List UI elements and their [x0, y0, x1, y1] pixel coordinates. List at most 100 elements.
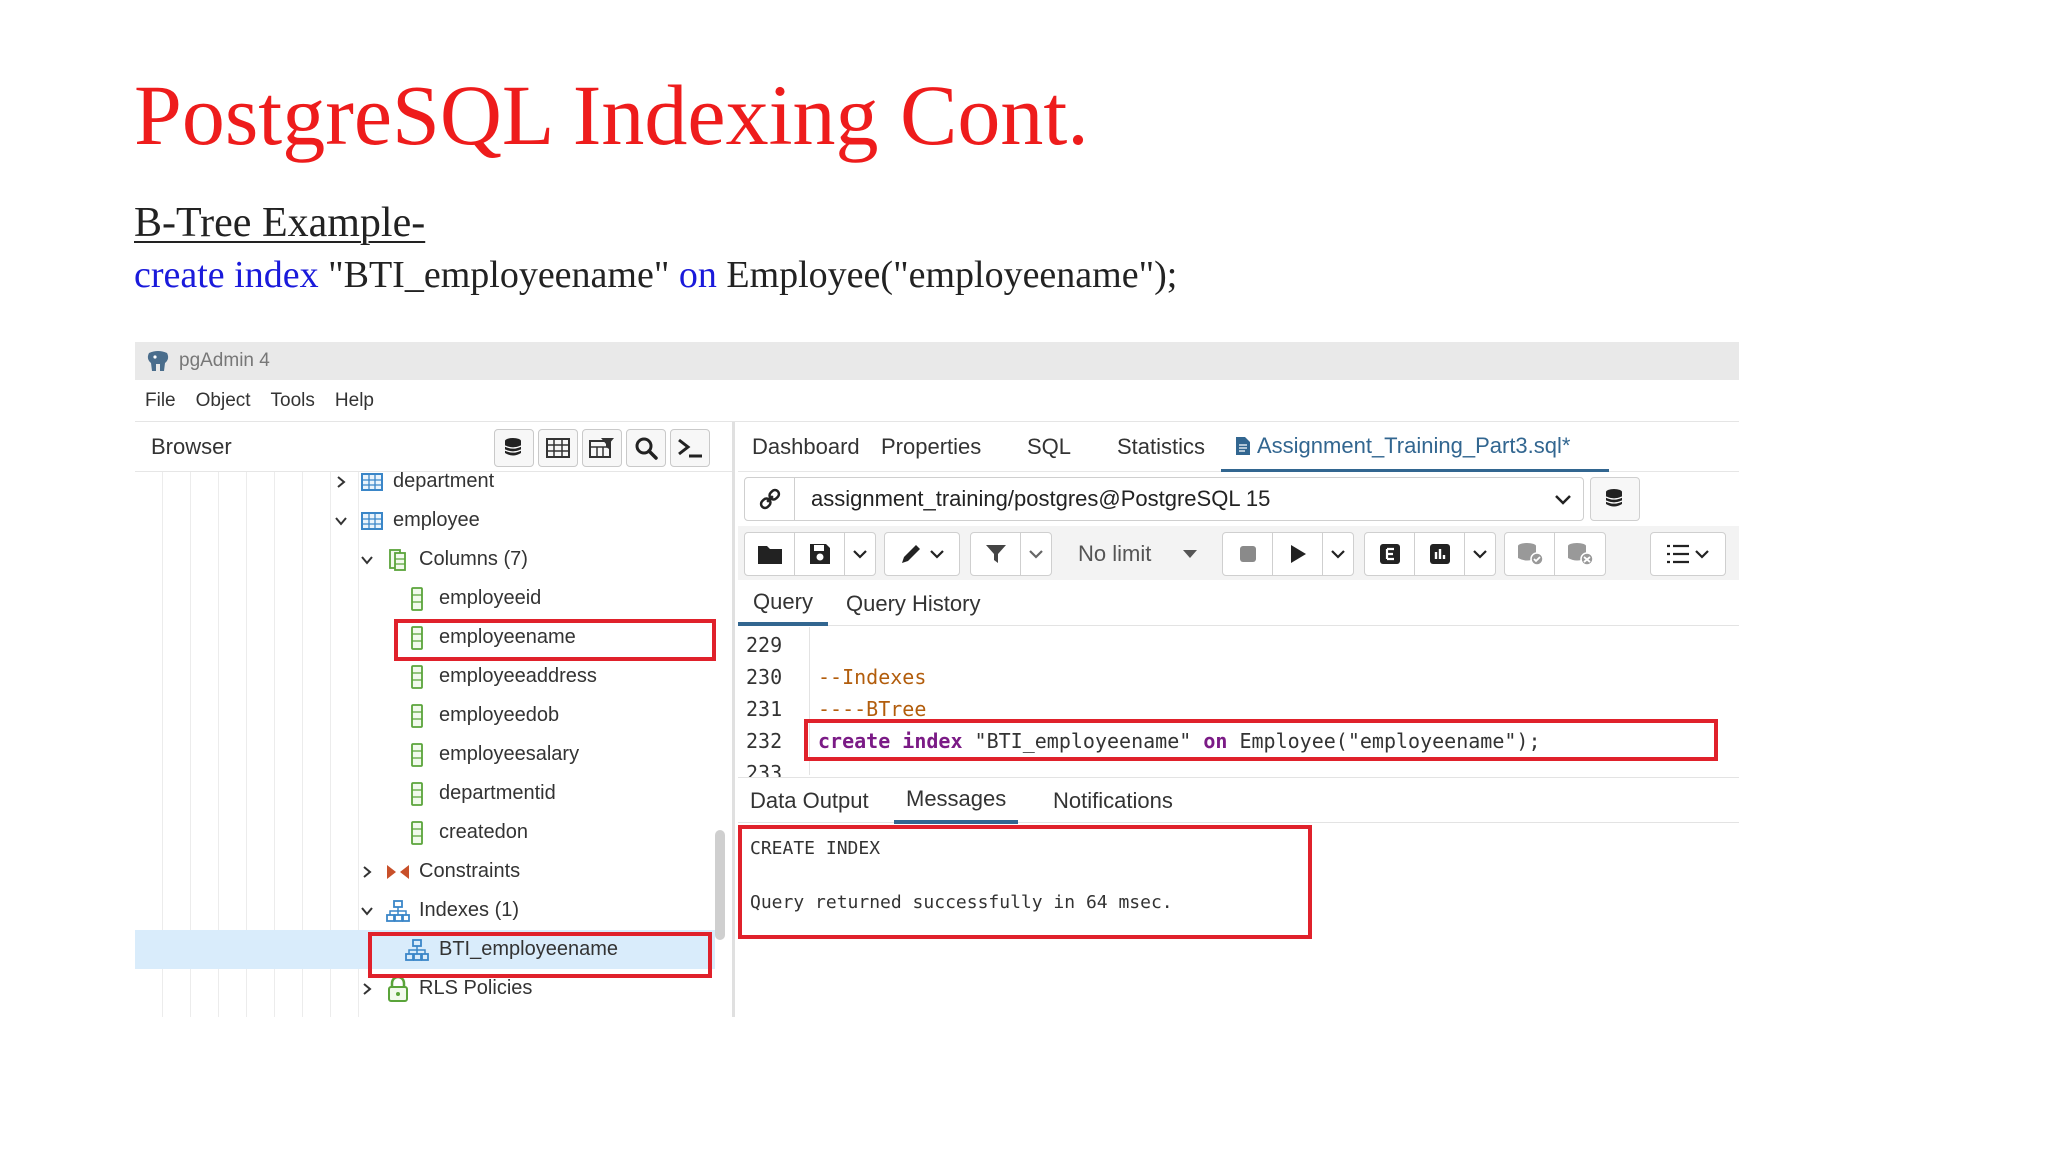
chevron-down-icon [1555, 495, 1571, 505]
column-icon [405, 586, 429, 611]
chevron-down-icon [1331, 550, 1345, 559]
browser-panel: Browser department employee Columns (7) … [135, 422, 735, 1017]
tab-notifications[interactable]: Notifications [1053, 778, 1173, 824]
main-panel: Dashboard Properties SQL Statistics Assi… [738, 422, 1739, 1017]
list-icon [1667, 544, 1689, 564]
columns-icon [386, 548, 410, 572]
editor-line: 229 [738, 629, 1739, 661]
filter-button[interactable] [971, 533, 1021, 575]
connection-select[interactable]: assignment_training/postgres@PostgreSQL … [744, 477, 1584, 521]
line-number: 229 [746, 633, 783, 657]
execute-button[interactable] [1273, 533, 1323, 575]
tree-label: departmentid [439, 782, 556, 804]
sql-editor[interactable]: 229 230 --Indexes 231 ----BTree 232 crea… [738, 627, 1739, 785]
lock-icon [386, 975, 410, 1002]
filter-icon [985, 545, 1006, 563]
filtered-rows-icon [589, 438, 614, 458]
toolbar-group-file [744, 532, 876, 576]
toolbar-group-transaction [1504, 532, 1606, 576]
toolbar-group-execute [1222, 532, 1354, 576]
slide-code-line: create index "BTI_employeename" on Emplo… [134, 256, 1177, 294]
line-number: 230 [746, 665, 783, 689]
toolbar-group-macros [1650, 532, 1726, 576]
rollback-icon [1568, 543, 1594, 566]
toolbar-group-explain [1364, 532, 1496, 576]
tree-item-column-createdon[interactable]: createdon [135, 813, 715, 852]
tree-item-column-employeesalary[interactable]: employeesalary [135, 735, 715, 774]
tree-item-employee[interactable]: employee [135, 501, 715, 540]
tree-item-column-departmentid[interactable]: departmentid [135, 774, 715, 813]
chevron-down-icon[interactable] [333, 513, 349, 529]
chevron-right-icon[interactable] [359, 864, 375, 880]
tree-label: Constraints [419, 860, 521, 882]
title-bar: pgAdmin 4 [135, 342, 1739, 380]
pencil-icon [902, 545, 920, 563]
tab-properties[interactable]: Properties [881, 422, 981, 472]
terminal-icon [678, 438, 702, 458]
line-number: 232 [746, 729, 783, 753]
tree-label: employeesalary [439, 743, 580, 765]
table-icon [546, 438, 570, 458]
save-icon [809, 544, 830, 564]
edit-button[interactable] [885, 533, 959, 575]
tree-item-column-employeedob[interactable]: employeedob [135, 696, 715, 735]
browser-label: Browser [151, 433, 232, 459]
explain-button[interactable] [1365, 533, 1415, 575]
connection-status-cell [745, 478, 795, 520]
row-limit-select[interactable]: No limit [1058, 532, 1208, 576]
tree-item-columns[interactable]: Columns (7) [135, 540, 715, 579]
tab-statistics[interactable]: Statistics [1117, 422, 1205, 472]
execute-dropdown-button[interactable] [1323, 533, 1353, 575]
table-icon [360, 470, 384, 494]
pgadmin-window: pgAdmin 4 File Object Tools Help Browser [135, 342, 1739, 1017]
column-icon [405, 703, 429, 728]
folder-icon [757, 546, 782, 564]
stop-button[interactable] [1223, 533, 1273, 575]
tab-dashboard[interactable]: Dashboard [752, 422, 860, 472]
table-icon [360, 509, 384, 533]
save-dropdown-button[interactable] [845, 533, 875, 575]
explain-dropdown-button[interactable] [1465, 533, 1495, 575]
chevron-right-icon[interactable] [333, 474, 349, 490]
menu-help[interactable]: Help [335, 390, 374, 412]
tree-label: Indexes (1) [419, 899, 520, 921]
tree-item-indexes[interactable]: Indexes (1) [135, 891, 715, 930]
tab-data-output[interactable]: Data Output [750, 778, 869, 824]
menu-object[interactable]: Object [196, 390, 251, 412]
open-file-button[interactable] [745, 533, 795, 575]
tree-label: employee [393, 509, 480, 531]
tab-sql[interactable]: SQL [1027, 422, 1071, 472]
highlight-box-messages [738, 825, 1312, 939]
menu-file[interactable]: File [145, 390, 176, 412]
messages-panel: CREATE INDEX Query returned successfully… [738, 824, 1739, 1017]
link-icon [759, 488, 780, 510]
tab-query-history[interactable]: Query History [846, 582, 980, 626]
browser-scrollbar[interactable] [715, 830, 725, 940]
chevron-down-icon [1473, 550, 1487, 559]
elephant-logo-icon [147, 351, 169, 371]
chevron-down-icon[interactable] [359, 903, 375, 919]
tree-item-column-employeeid[interactable]: employeeid [135, 579, 715, 618]
query-tabs: Query Query History [738, 582, 1739, 626]
macros-button[interactable] [1651, 533, 1725, 575]
tree-item-department[interactable]: department [135, 462, 715, 501]
commit-icon [1517, 543, 1544, 566]
rollback-button[interactable] [1555, 533, 1605, 575]
caret-down-icon [1183, 550, 1197, 558]
tree-item-constraints[interactable]: Constraints [135, 852, 715, 891]
chevron-down-icon[interactable] [359, 552, 375, 568]
save-button[interactable] [795, 533, 845, 575]
tab-query[interactable]: Query [738, 582, 828, 626]
chevron-down-icon [853, 550, 867, 559]
commit-button[interactable] [1505, 533, 1555, 575]
chevron-right-icon[interactable] [359, 981, 375, 997]
tab-messages[interactable]: Messages [894, 778, 1019, 824]
tab-query-file[interactable]: Assignment_Training_Part3.sql* [1221, 422, 1609, 472]
menu-tools[interactable]: Tools [271, 390, 315, 412]
column-icon [405, 664, 429, 689]
new-connection-button[interactable] [1590, 477, 1640, 521]
explain-analyze-button[interactable] [1415, 533, 1465, 575]
filter-dropdown-button[interactable] [1021, 533, 1051, 575]
column-icon [405, 742, 429, 767]
tree-item-column-employeeaddress[interactable]: employeeaddress [135, 657, 715, 696]
